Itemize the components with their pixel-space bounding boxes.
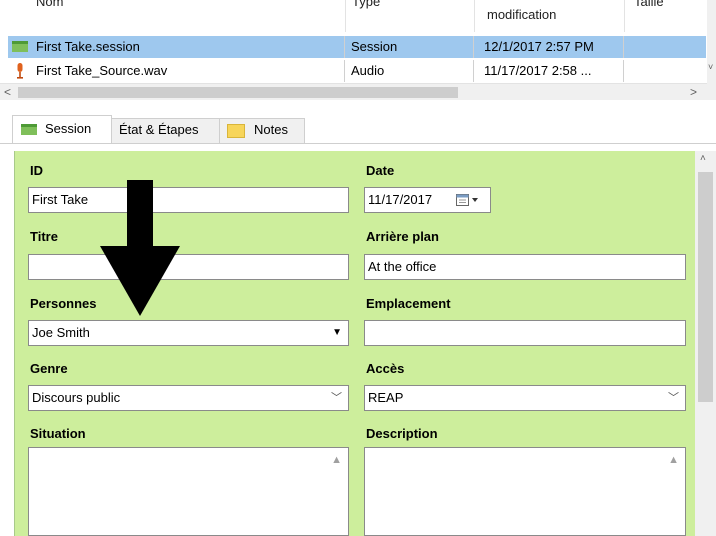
people-dropdown[interactable]: Joe Smith ▼ (28, 320, 349, 346)
column-divider (474, 0, 475, 32)
genre-label: Genre (30, 361, 68, 376)
tab-label: Session (45, 121, 92, 136)
cell-divider (623, 60, 624, 82)
horizontal-scrollbar[interactable]: < > (0, 83, 707, 101)
cell-divider (473, 60, 474, 82)
access-label: Accès (366, 361, 405, 376)
situation-label: Situation (30, 426, 86, 441)
file-list: Nom Type modification Taille First Take.… (0, 0, 716, 101)
tab-label: Notes (254, 122, 288, 137)
file-modified: 12/1/2017 2:57 PM (484, 39, 594, 54)
calendar-icon[interactable] (456, 194, 484, 206)
column-header-modified[interactable]: modification (487, 7, 607, 39)
description-label: Description (366, 426, 438, 441)
chevron-down-icon[interactable]: ﹀ (668, 389, 679, 405)
tab-state-steps[interactable]: État & Étapes (111, 118, 220, 143)
column-header-name[interactable]: Nom (36, 0, 336, 26)
notes-icon (227, 124, 245, 138)
people-label: Personnes (30, 296, 97, 311)
cell-divider (473, 36, 474, 58)
cell-divider (344, 36, 345, 58)
scroll-up-icon[interactable]: ▲ (331, 454, 342, 466)
title-label: Titre (30, 229, 58, 244)
people-value: Joe Smith (32, 325, 90, 340)
file-name: First Take_Source.wav (36, 63, 168, 78)
date-picker[interactable]: 11/17/2017 (364, 187, 491, 213)
situation-textarea[interactable]: ▲ (28, 447, 349, 536)
chevron-down-icon[interactable]: ﹀ (331, 389, 342, 405)
date-value: 11/17/2017 (368, 192, 433, 207)
access-select[interactable]: REAP ﹀ (364, 385, 686, 411)
location-label: Emplacement (366, 296, 451, 311)
scroll-up-icon[interactable]: ˄ (700, 153, 706, 164)
genre-select[interactable]: Discours public ﹀ (28, 385, 349, 411)
cell-divider (344, 60, 345, 82)
file-modified: 11/17/2017 2:58 ... (484, 63, 592, 78)
scroll-down-icon[interactable]: ˅ (708, 62, 713, 72)
id-label: ID (30, 163, 43, 178)
column-divider (624, 0, 625, 32)
tab-notes[interactable]: Notes (219, 118, 305, 143)
vertical-scrollbar[interactable]: ˅ (707, 0, 716, 100)
scroll-up-icon[interactable]: ▲ (668, 454, 679, 466)
column-header-size[interactable]: Taille (634, 0, 694, 26)
file-type: Session (351, 39, 398, 54)
session-icon (21, 124, 37, 135)
genre-value: Discours public (32, 390, 121, 405)
id-field[interactable]: First Take (28, 187, 349, 213)
scroll-left-icon[interactable]: < (4, 85, 11, 99)
tab-session[interactable]: Session (12, 115, 112, 144)
description-textarea[interactable]: ▲ (364, 447, 686, 536)
access-value: REAP (368, 390, 404, 405)
session-icon (12, 41, 28, 52)
dropdown-arrow-icon[interactable]: ▼ (332, 327, 342, 338)
date-label: Date (366, 163, 395, 178)
microphone-icon (17, 63, 23, 79)
tab-bar: Session État & Étapes Notes (0, 100, 716, 144)
file-row[interactable]: First Take.session Session 12/1/2017 2:5… (8, 36, 706, 58)
cell-divider (623, 36, 624, 58)
tab-divider (0, 143, 716, 144)
location-field[interactable] (364, 320, 686, 346)
file-name: First Take.session (36, 39, 140, 54)
title-field[interactable] (28, 254, 349, 280)
background-field[interactable]: At the office (364, 254, 686, 280)
background-label: Arrière plan (366, 229, 439, 244)
tab-label: État & Étapes (119, 122, 199, 137)
down-arrow-icon (100, 180, 180, 316)
scroll-right-icon[interactable]: > (690, 85, 697, 99)
file-type: Audio (351, 63, 385, 78)
column-divider (345, 0, 346, 32)
file-row[interactable]: First Take_Source.wav Audio 11/17/2017 2… (8, 60, 706, 82)
column-header-type[interactable]: Type (352, 0, 452, 26)
scrollbar-thumb[interactable] (698, 172, 713, 402)
scrollbar-thumb[interactable] (18, 87, 458, 98)
